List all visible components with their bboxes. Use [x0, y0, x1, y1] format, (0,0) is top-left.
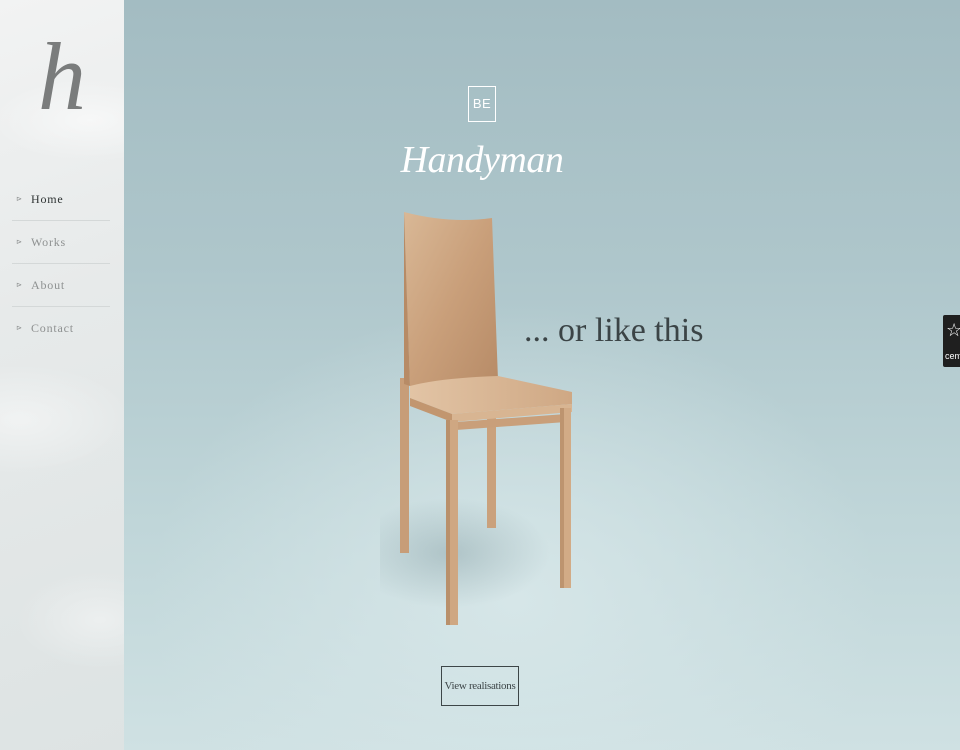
nav-item-about[interactable]: ⊳ About — [12, 264, 110, 307]
side-badge[interactable]: ☆ cem — [943, 315, 960, 367]
nav-item-label: Contact — [31, 320, 74, 335]
nav-item-label: Home — [31, 191, 64, 206]
main-nav: ⊳ Home ⊳ Works ⊳ About ⊳ Contact — [12, 178, 110, 349]
chevron-right-icon: ⊳ — [16, 238, 22, 246]
nav-item-label: Works — [31, 234, 67, 249]
badge-text: cem — [945, 351, 960, 361]
nav-item-label: About — [31, 277, 65, 292]
chevron-right-icon: ⊳ — [16, 324, 22, 332]
site-logo[interactable]: h — [0, 22, 124, 132]
hero-section: BE Handyman ... or like this View realis… — [124, 0, 960, 750]
chevron-right-icon: ⊳ — [16, 195, 22, 203]
hero-tagline: ... or like this — [524, 312, 704, 349]
nav-item-works[interactable]: ⊳ Works — [12, 221, 110, 264]
chevron-right-icon: ⊳ — [16, 281, 22, 289]
nav-item-home[interactable]: ⊳ Home — [12, 178, 110, 221]
page: h ⊳ Home ⊳ Works ⊳ About ⊳ Contact BE Ha… — [0, 0, 960, 750]
brand-mark-logo: BE — [468, 86, 496, 122]
brand-name: Handyman — [400, 139, 564, 181]
sidebar: h ⊳ Home ⊳ Works ⊳ About ⊳ Contact — [0, 0, 124, 750]
view-realisations-button[interactable]: View realisations — [441, 666, 519, 706]
nav-item-contact[interactable]: ⊳ Contact — [12, 307, 110, 349]
star-icon: ☆ — [946, 320, 960, 341]
chair-image — [380, 212, 572, 625]
